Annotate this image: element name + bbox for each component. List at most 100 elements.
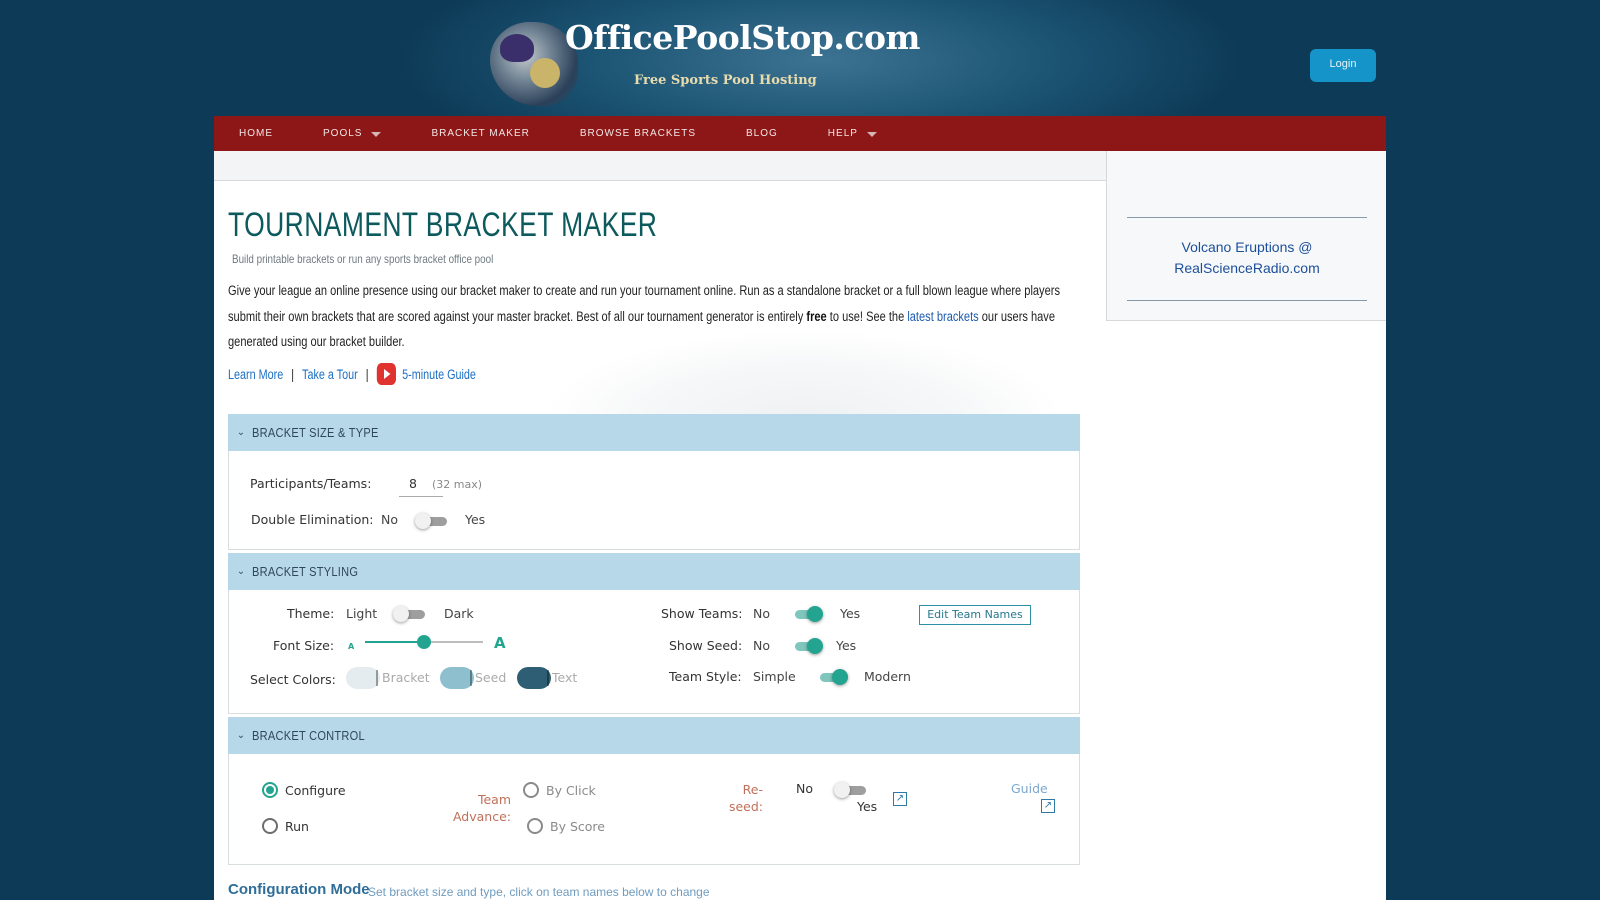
theme-dark: Dark [444, 606, 474, 621]
color-picker-seed[interactable] [440, 667, 474, 689]
show-seed-yes: Yes [836, 638, 857, 653]
double-elim-no: No [381, 512, 398, 527]
double-elim-yes: Yes [465, 512, 486, 527]
external-link-icon[interactable]: ↗ [893, 792, 907, 806]
team-style-label: Team Style: [669, 669, 742, 684]
mode-run-radio[interactable] [262, 818, 278, 834]
double-elim-toggle[interactable] [415, 512, 447, 530]
caret-down-icon [371, 132, 382, 137]
nav-item-browse-brackets[interactable]: BROWSE BRACKETS [555, 128, 721, 139]
main-content: Volcano Eruptions @ RealScienceRadio.com… [214, 151, 1386, 900]
panel-header-bracket-control[interactable]: ⌄ BRACKET CONTROL [228, 717, 1080, 754]
show-teams-toggle[interactable] [791, 605, 823, 623]
sidebar-ad-line: Volcano Eruptions @ [1181, 239, 1313, 255]
panel-header-bracket-size[interactable]: ⌄ BRACKET SIZE & TYPE [228, 414, 1080, 451]
take-tour-link[interactable]: Take a Tour [302, 367, 358, 382]
panel-body-bracket-size: Participants/Teams: (32 max) Double Elim… [228, 451, 1080, 550]
configuration-mode-description: Set bracket size and type, click on team… [368, 885, 710, 899]
color-picker-text[interactable] [517, 667, 551, 689]
show-seed-toggle[interactable] [791, 637, 823, 655]
logo-helmet-image [500, 34, 534, 62]
guide-video-link[interactable]: 5-minute Guide [402, 367, 476, 382]
chevron-down-icon: ⌄ [236, 566, 246, 577]
reseed-toggle[interactable] [834, 781, 866, 799]
slider-fill [365, 641, 424, 643]
font-size-large-icon: A [494, 634, 506, 652]
advance-by-score-radio[interactable] [527, 818, 543, 834]
nav-item-home[interactable]: HOME [214, 128, 298, 139]
mode-run-label: Run [285, 819, 309, 834]
participants-hint: (32 max) [432, 478, 483, 491]
show-teams-label: Show Teams: [661, 606, 743, 621]
show-seed-no: No [753, 638, 770, 653]
intro-bold-text: free [806, 308, 827, 324]
nav-item-bracket-maker[interactable]: BRACKET MAKER [406, 128, 554, 139]
label-line: Advance: [452, 809, 511, 824]
show-teams-yes: Yes [840, 606, 861, 621]
divider [1127, 300, 1367, 301]
label-line: Re- [742, 782, 763, 797]
content-top-bar [214, 151, 1106, 181]
intro-text: to use! See the [826, 308, 908, 324]
toggle-knob [807, 638, 823, 654]
panel-title: BRACKET CONTROL [252, 728, 365, 743]
colors-label: Select Colors: [250, 672, 336, 687]
toggle-knob [834, 782, 850, 798]
intro-paragraph: Give your league an online presence usin… [228, 278, 1089, 355]
nav-item-pools[interactable]: POOLS [298, 128, 406, 139]
learn-more-link[interactable]: Learn More [228, 367, 283, 382]
nav-item-help[interactable]: HELP [803, 128, 902, 139]
caret-down-icon [866, 132, 877, 137]
nav-item-label: BLOG [746, 128, 778, 139]
logo-helmet-image [530, 58, 560, 88]
team-style-simple: Simple [753, 669, 796, 684]
panel-title: BRACKET STYLING [252, 564, 359, 579]
slider-thumb[interactable] [417, 635, 431, 649]
team-advance-label: Team Advance: [451, 791, 511, 825]
guide-link[interactable]: Guide [1011, 781, 1048, 796]
double-elim-label: Double Elimination: [251, 512, 374, 527]
link-separator: | [365, 366, 369, 382]
color-picker-bracket[interactable] [346, 667, 380, 689]
label-line: seed: [728, 799, 763, 814]
main-nav: HOME POOLS BRACKET MAKER BROWSE BRACKETS… [214, 116, 1386, 151]
team-style-toggle[interactable] [816, 668, 848, 686]
toggle-knob [832, 669, 848, 685]
theme-label: Theme: [287, 606, 335, 621]
external-link-icon[interactable]: ↗ [1041, 799, 1055, 813]
theme-light: Light [346, 606, 378, 621]
font-size-small-icon: A [348, 642, 355, 651]
configuration-mode-title: Configuration Mode [228, 881, 370, 898]
advance-by-click-label: By Click [546, 783, 596, 798]
theme-toggle[interactable] [393, 605, 425, 623]
font-size-slider[interactable] [365, 634, 483, 650]
advance-by-score-label: By Score [550, 819, 605, 834]
nav-item-blog[interactable]: BLOG [721, 128, 803, 139]
panel-header-bracket-styling[interactable]: ⌄ BRACKET STYLING [228, 553, 1080, 590]
label-line: Team [477, 792, 511, 807]
color-text-label: Text [552, 670, 578, 685]
panel-body-bracket-control: Configure Run Team Advance: By Click By … [228, 754, 1080, 865]
edit-team-names-button[interactable]: Edit Team Names [919, 605, 1031, 625]
show-seed-label: Show Seed: [669, 638, 743, 653]
reseed-no: No [796, 781, 813, 796]
nav-item-label: BRACKET MAKER [431, 128, 530, 139]
mode-configure-radio[interactable] [262, 782, 278, 798]
latest-brackets-link[interactable]: latest brackets [907, 309, 978, 324]
panel-title: BRACKET SIZE & TYPE [252, 425, 379, 440]
youtube-icon[interactable] [376, 363, 396, 385]
nav-item-label: POOLS [323, 128, 363, 139]
sidebar: Volcano Eruptions @ RealScienceRadio.com [1106, 151, 1386, 321]
participants-label: Participants/Teams: [250, 476, 372, 491]
site-header: OfficePoolStop.com Free Sports Pool Host… [0, 0, 1600, 116]
advance-by-click-radio[interactable] [523, 782, 539, 798]
nav-item-label: HELP [827, 128, 858, 139]
toggle-knob [415, 513, 431, 529]
chevron-down-icon: ⌄ [236, 730, 246, 741]
login-button[interactable]: Login [1310, 49, 1376, 82]
logo-title[interactable]: OfficePoolStop.com [565, 18, 920, 57]
reseed-yes: Yes [857, 799, 878, 814]
toggle-knob [393, 606, 409, 622]
font-size-label: Font Size: [273, 638, 335, 653]
sidebar-ad-link[interactable]: Volcano Eruptions @ RealScienceRadio.com [1127, 237, 1367, 279]
